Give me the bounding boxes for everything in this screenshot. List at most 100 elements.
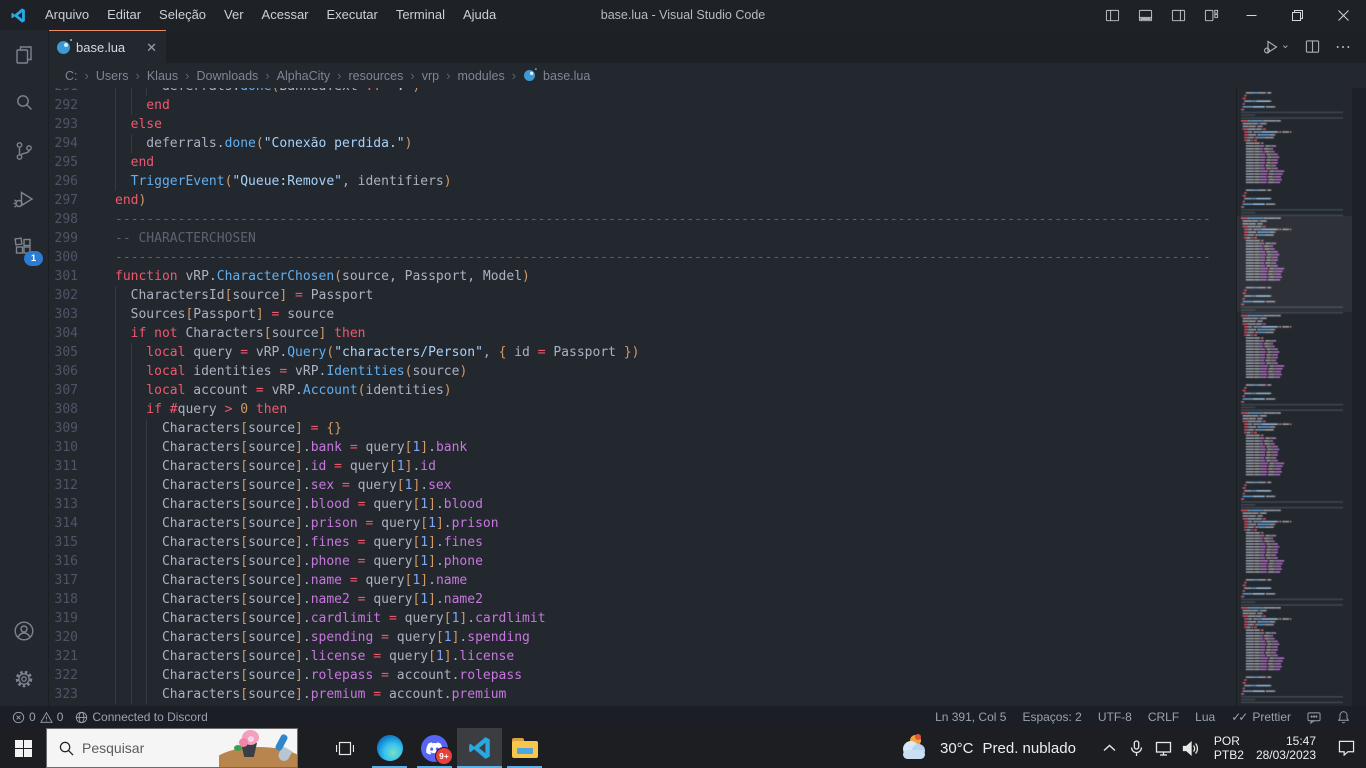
network-icon[interactable]	[1150, 741, 1177, 756]
breadcrumb-segment[interactable]: resources	[349, 69, 404, 83]
encoding[interactable]: UTF-8	[1090, 706, 1140, 728]
code-line[interactable]: 323 Characters[source].premium = account…	[48, 685, 1237, 704]
clock[interactable]: 15:47 28/03/2023	[1252, 734, 1326, 763]
taskbar-vscode-icon[interactable]	[457, 728, 502, 768]
code-line[interactable]: 293 else	[48, 115, 1237, 134]
taskbar-explorer-icon[interactable]	[502, 728, 547, 768]
code-line[interactable]: 295 end	[48, 153, 1237, 172]
breadcrumb-segment[interactable]: Klaus	[147, 69, 178, 83]
code-line[interactable]: 305 local query = vRP.Query("characters/…	[48, 343, 1237, 362]
task-view-button[interactable]	[322, 728, 367, 768]
code-line[interactable]: 302 CharactersId[source] = Passport	[48, 286, 1237, 305]
formatter-status[interactable]: ✓✓ Prettier	[1223, 706, 1299, 728]
code-line[interactable]: 306 local identities = vRP.Identities(so…	[48, 362, 1237, 381]
start-button[interactable]	[0, 728, 46, 768]
breadcrumb-segment[interactable]: base.lua	[523, 68, 590, 83]
menu-ajuda[interactable]: Ajuda	[454, 0, 505, 30]
menu-arquivo[interactable]: Arquivo	[36, 0, 98, 30]
language-mode[interactable]: Lua	[1187, 706, 1223, 728]
toggle-secondary-sidebar-icon[interactable]	[1162, 0, 1195, 30]
action-center-icon[interactable]	[1326, 740, 1366, 756]
toggle-panel-icon[interactable]	[1129, 0, 1162, 30]
close-button[interactable]	[1320, 0, 1366, 30]
problems-indicator[interactable]: 0 0	[6, 706, 69, 728]
microphone-icon[interactable]	[1123, 739, 1150, 757]
tray-chevron-up-icon[interactable]	[1096, 744, 1123, 752]
split-editor-icon[interactable]	[1305, 39, 1320, 54]
search-highlight-image[interactable]	[219, 729, 297, 767]
notifications-bell-icon[interactable]	[1329, 706, 1358, 728]
code-line[interactable]: 322 Characters[source].rolepass = accoun…	[48, 666, 1237, 685]
code-line[interactable]: 319 Characters[source].cardlimit = query…	[48, 609, 1237, 628]
code-line[interactable]: 311 Characters[source].id = query[1].id	[48, 457, 1237, 476]
code-line[interactable]: 309 Characters[source] = {}	[48, 419, 1237, 438]
toggle-primary-sidebar-icon[interactable]	[1096, 0, 1129, 30]
code-line[interactable]: 300 -------------------------------------…	[48, 248, 1237, 267]
code-line[interactable]: 296 TriggerEvent("Queue:Remove", identif…	[48, 172, 1237, 191]
code-line[interactable]: 310 Characters[source].bank = query[1].b…	[48, 438, 1237, 457]
taskbar-edge-icon[interactable]	[367, 728, 412, 768]
code-line[interactable]: 315 Characters[source].fines = query[1].…	[48, 533, 1237, 552]
breadcrumb-segment[interactable]: C:	[65, 69, 78, 83]
breadcrumb-segment[interactable]: vrp	[422, 69, 439, 83]
more-actions-icon[interactable]: ⋯	[1335, 37, 1351, 57]
code-line[interactable]: 321 Characters[source].license = query[1…	[48, 647, 1237, 666]
menu-seleção[interactable]: Seleção	[150, 0, 215, 30]
breadcrumb-segment[interactable]: Users	[96, 69, 129, 83]
code-line[interactable]: 317 Characters[source].name = query[1].n…	[48, 571, 1237, 590]
code-line[interactable]: 301 function vRP.CharacterChosen(source, …	[48, 267, 1237, 286]
feedback-icon[interactable]	[1299, 706, 1329, 728]
code-line[interactable]: 291 deferrals.done(BannedText .. ".")	[48, 88, 1237, 96]
code-line[interactable]: 312 Characters[source].sex = query[1].se…	[48, 476, 1237, 495]
editor-scrollbar[interactable]	[1352, 88, 1366, 706]
code-line[interactable]: 304 if not Characters[source] then	[48, 324, 1237, 343]
run-or-debug-button[interactable]: ⌄	[1263, 39, 1290, 55]
code-line[interactable]: 298 -------------------------------------…	[48, 210, 1237, 229]
volume-icon[interactable]	[1177, 740, 1204, 756]
code-line[interactable]: 292 end	[48, 96, 1237, 115]
code-line[interactable]: 316 Characters[source].phone = query[1].…	[48, 552, 1237, 571]
code-line[interactable]: 307 local account = vRP.Account(identiti…	[48, 381, 1237, 400]
menu-editar[interactable]: Editar	[98, 0, 150, 30]
chevron-right-icon: ›	[410, 68, 415, 83]
breadcrumb-segment[interactable]: Downloads	[196, 69, 258, 83]
code-line[interactable]: 303 Sources[Passport] = source	[48, 305, 1237, 324]
language-indicator[interactable]: POR PTB2	[1204, 734, 1252, 763]
tab-close-icon[interactable]: ✕	[146, 41, 157, 54]
menu-terminal[interactable]: Terminal	[387, 0, 454, 30]
accounts-icon[interactable]	[0, 608, 48, 654]
taskbar-discord-icon[interactable]: 9+	[412, 728, 457, 768]
run-debug-icon[interactable]	[0, 176, 48, 222]
breadcrumb-segment[interactable]: AlphaCity	[277, 69, 331, 83]
explorer-icon[interactable]	[0, 32, 48, 78]
taskbar-search-input[interactable]: Pesquisar	[46, 728, 298, 768]
restore-button[interactable]	[1274, 0, 1320, 30]
minimap[interactable]	[1236, 88, 1352, 706]
cursor-position[interactable]: Ln 391, Col 5	[927, 706, 1014, 728]
line-number: 298	[54, 212, 78, 227]
eol-sequence[interactable]: CRLF	[1140, 706, 1187, 728]
menu-executar[interactable]: Executar	[318, 0, 387, 30]
code-line[interactable]: 313 Characters[source].blood = query[1].…	[48, 495, 1237, 514]
code-line[interactable]: 318 Characters[source].name2 = query[1].…	[48, 590, 1237, 609]
code-line[interactable]: 308 if #query > 0 then	[48, 400, 1237, 419]
code-line[interactable]: 299 -- CHARACTERCHOSEN	[48, 229, 1237, 248]
discord-status[interactable]: Connected to Discord	[69, 706, 213, 728]
tab-base-lua[interactable]: base.lua ✕	[48, 30, 166, 63]
warning-count: 0	[56, 710, 64, 724]
menu-acessar[interactable]: Acessar	[253, 0, 318, 30]
indentation[interactable]: Espaços: 2	[1014, 706, 1089, 728]
settings-gear-icon[interactable]	[0, 656, 48, 702]
code-line[interactable]: 320 Characters[source].spending = query[…	[48, 628, 1237, 647]
code-line[interactable]: 297 end)	[48, 191, 1237, 210]
weather-widget[interactable]: 30°C Pred. nublado	[901, 734, 1096, 759]
menu-ver[interactable]: Ver	[215, 0, 253, 30]
code-line[interactable]: 314 Characters[source].prison = query[1]…	[48, 514, 1237, 533]
customize-layout-icon[interactable]	[1195, 0, 1228, 30]
search-icon[interactable]	[0, 80, 48, 126]
extensions-icon[interactable]: 1	[0, 224, 48, 270]
breadcrumb-segment[interactable]: modules	[457, 69, 504, 83]
minimize-button[interactable]	[1228, 0, 1274, 30]
source-control-icon[interactable]	[0, 128, 48, 174]
code-line[interactable]: 294 deferrals.done("Conexão perdida.")	[48, 134, 1237, 153]
